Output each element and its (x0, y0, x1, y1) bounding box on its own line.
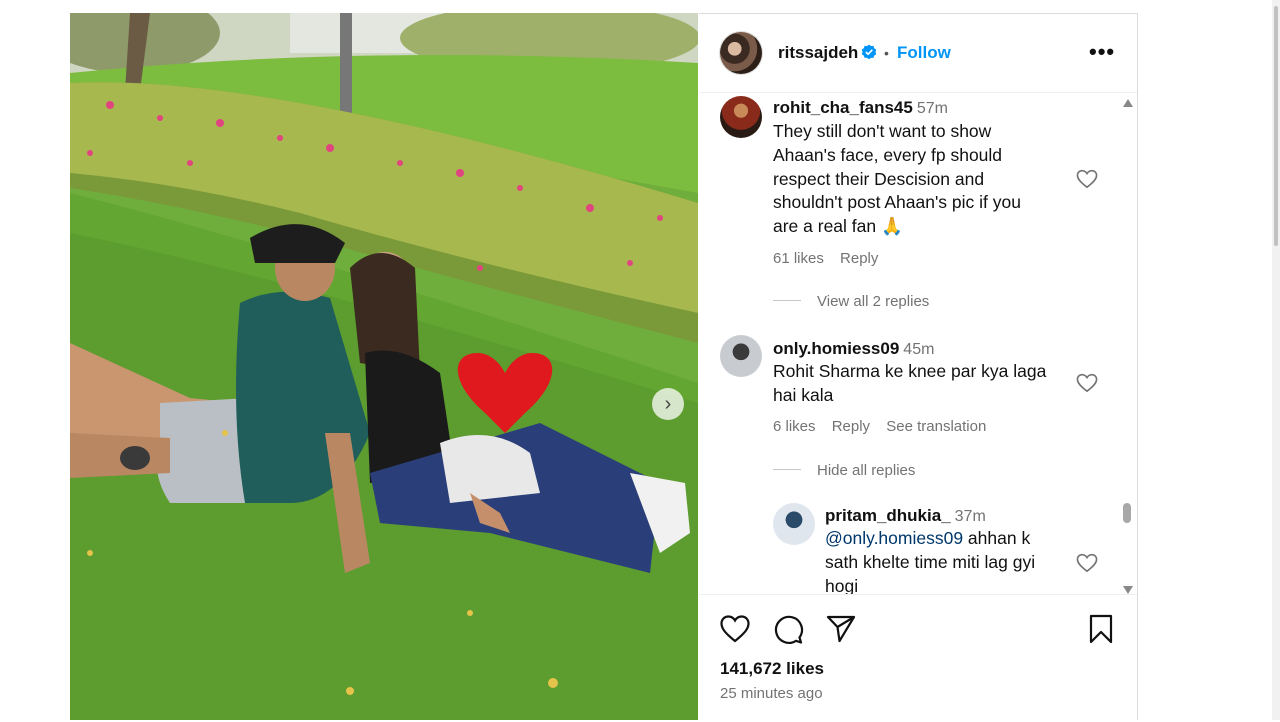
reply-line-rest: ahhan k (963, 528, 1031, 548)
separator-dot: • (884, 45, 889, 61)
post-photo: › (70, 13, 698, 720)
comment-line: respect their Descision and (773, 168, 985, 189)
like-comment-heart-icon[interactable] (1076, 373, 1098, 393)
hide-replies-button[interactable]: Hide all replies (817, 462, 915, 479)
post-actions: 141,672 likes 25 minutes ago (699, 594, 1137, 722)
comment-avatar[interactable] (720, 96, 762, 138)
view-replies-button[interactable]: View all 2 replies (817, 293, 929, 310)
comment-time: 57m (916, 100, 948, 117)
follow-button[interactable]: Follow (897, 43, 951, 63)
comment-line: Ahaan's face, every fp should (773, 144, 1003, 165)
comment-meta: 6 likes Reply See translation (773, 418, 998, 435)
comment-line: hai kala (773, 384, 834, 405)
post-timestamp[interactable]: 25 minutes ago (720, 685, 823, 702)
comment-username-text: rohit_cha_fans45 (773, 98, 913, 117)
comments-list: rohit_cha_fans45 57m They still don't wan… (699, 94, 1137, 594)
next-photo-button[interactable]: › (652, 388, 684, 420)
post-likes-count[interactable]: 141,672 likes (720, 659, 824, 679)
author-avatar[interactable] (720, 32, 762, 74)
like-reply-heart-icon[interactable] (1076, 553, 1098, 573)
comment-icon[interactable] (772, 613, 804, 645)
see-translation-button[interactable]: See translation (886, 418, 986, 435)
reply-button[interactable]: Reply (840, 250, 878, 267)
reply-time: 37m (954, 508, 986, 525)
reply-text: @only.homiess09 ahhan k sath khelte time… (825, 527, 1035, 594)
comment-avatar[interactable] (720, 335, 762, 377)
scroll-down-icon[interactable] (1123, 586, 1133, 594)
comment-line: They still don't want to show (773, 121, 992, 141)
comment-time: 45m (903, 341, 935, 358)
mention-link[interactable]: @only.homiess09 (825, 528, 963, 548)
more-icon[interactable]: ••• (1089, 39, 1115, 65)
comment-line: shouldn't post Ahaan's pic if you (773, 192, 1021, 213)
chevron-right-icon: › (664, 393, 672, 415)
comment-line: Rohit Sharma ke knee par kya laga (773, 361, 1047, 381)
comment-likes[interactable]: 6 likes (773, 418, 816, 435)
comment-text: Rohit Sharma ke knee par kya laga hai ka… (773, 360, 1046, 408)
heart-icon[interactable] (719, 613, 751, 645)
comment-username[interactable]: only.homiess09 45m (773, 339, 934, 359)
like-comment-heart-icon[interactable] (1076, 169, 1098, 189)
post-panel: ritssajdeh • Follow ••• rohit_cha_fans45… (699, 13, 1138, 720)
verified-icon (861, 44, 877, 60)
bookmark-icon[interactable] (1085, 613, 1117, 645)
photo-illustration (70, 13, 698, 720)
reply-avatar[interactable] (773, 503, 815, 545)
page-scroll-thumb[interactable] (1274, 6, 1278, 246)
reply-line: @only.homiess09 ahhan k (825, 527, 1035, 551)
share-icon[interactable] (825, 613, 857, 645)
comment-meta: 61 likes Reply (773, 250, 890, 267)
replies-divider (773, 300, 801, 301)
reply-button[interactable]: Reply (832, 418, 870, 435)
reply-username-text: pritam_dhukia_ (825, 506, 951, 525)
author-username[interactable]: ritssajdeh (778, 43, 858, 63)
reply-username[interactable]: pritam_dhukia_ 37m (825, 506, 986, 526)
scroll-thumb[interactable] (1123, 503, 1131, 523)
comment-username[interactable]: rohit_cha_fans45 57m (773, 98, 948, 118)
comment-line: are a real fan 🙏 (773, 216, 903, 237)
scroll-up-icon[interactable] (1123, 99, 1133, 107)
post-header: ritssajdeh • Follow ••• (699, 14, 1137, 93)
comment-likes[interactable]: 61 likes (773, 250, 824, 267)
page-scrollbar[interactable] (1272, 0, 1280, 720)
reply-line: hogi (825, 575, 859, 594)
comment-username-text: only.homiess09 (773, 339, 900, 358)
comments-scrollbar[interactable] (1121, 99, 1133, 594)
replies-divider (773, 469, 801, 470)
reply-line: sath khelte time miti lag gyi (825, 551, 1036, 572)
comment-text: They still don't want to show Ahaan's fa… (773, 120, 1021, 239)
